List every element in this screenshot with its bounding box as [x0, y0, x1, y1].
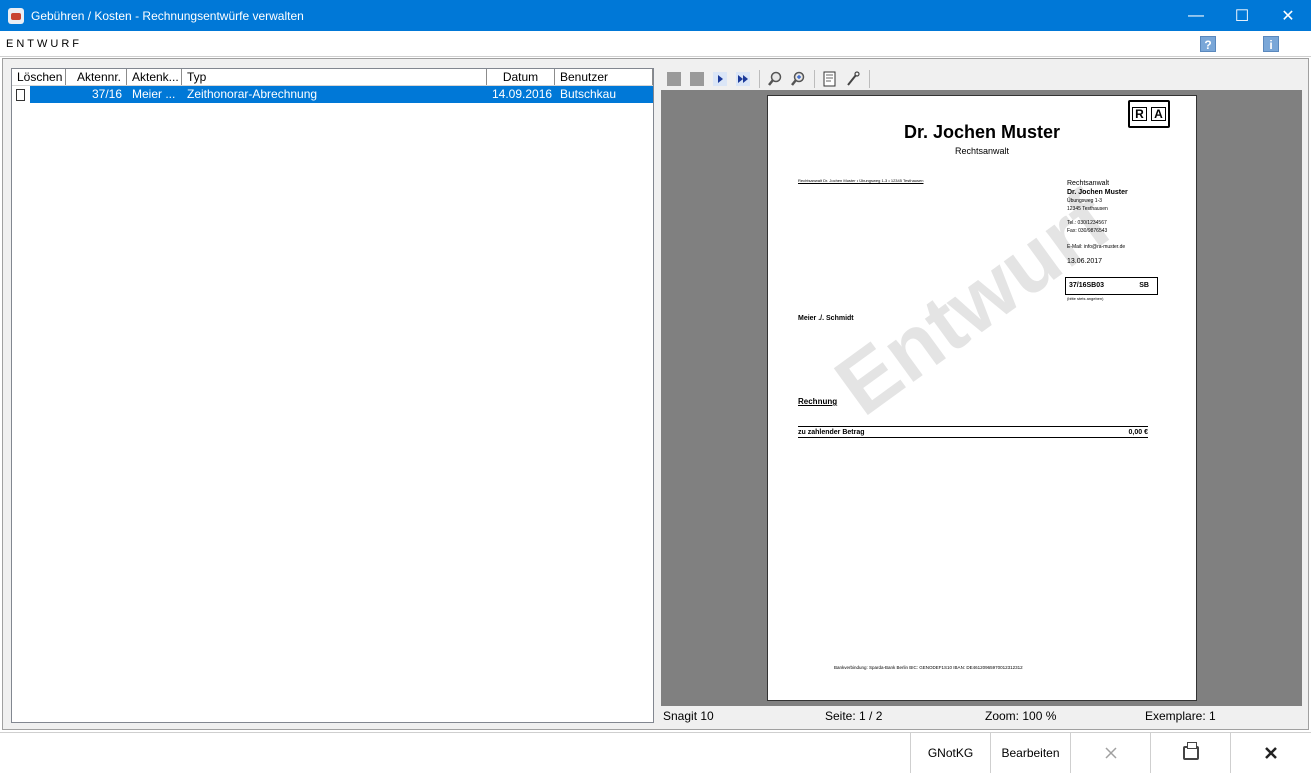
- bearbeiten-button[interactable]: Bearbeiten: [990, 733, 1070, 773]
- tools-icon[interactable]: [845, 71, 861, 87]
- toolbar-separator: [869, 70, 870, 88]
- delete-cross-icon: [1104, 747, 1117, 759]
- status-copies: Exemplare: 1: [1145, 709, 1216, 723]
- reference-note: (bitte stets angeben): [1067, 296, 1104, 301]
- column-header-benutzer[interactable]: Benutzer: [555, 69, 653, 85]
- info-icon[interactable]: i: [1263, 36, 1279, 52]
- minimize-button[interactable]: —: [1173, 0, 1219, 31]
- column-header-aktennr[interactable]: Aktennr.: [66, 69, 127, 85]
- maximize-button[interactable]: ☐: [1219, 0, 1265, 31]
- entwurf-label: ENTWURF: [6, 38, 82, 50]
- zoom-in-icon[interactable]: [790, 71, 806, 87]
- status-page: Seite: 1 / 2: [825, 709, 883, 723]
- status-zoom: Zoom: 100 %: [985, 709, 1057, 723]
- print-button[interactable]: [1150, 733, 1230, 773]
- toolbar-separator: [759, 70, 760, 88]
- preview-pane: Entwurf R A Dr. Jochen Muster Rechtsanwa…: [659, 68, 1304, 725]
- document-page: Entwurf R A Dr. Jochen Muster Rechtsanwa…: [767, 95, 1197, 701]
- page-setup-icon[interactable]: [822, 71, 838, 87]
- drafts-list[interactable]: Löschen Aktennr. Aktenk... Typ Datum Ben…: [11, 68, 654, 723]
- cell-typ: Zeithonorar-Abrechnung: [187, 87, 318, 101]
- preview-status-bar: Snagit 10 Seite: 1 / 2 Zoom: 100 % Exemp…: [659, 706, 1304, 725]
- next-page-icon[interactable]: [712, 71, 728, 87]
- close-icon: [1265, 747, 1277, 759]
- entwurf-bar: ENTWURF ? i: [0, 31, 1311, 57]
- sender-line: Rechtsanwalt Dr. Jochen Muster • Übungsw…: [798, 178, 924, 183]
- delete-button[interactable]: [1070, 733, 1150, 773]
- column-header-typ[interactable]: Typ: [182, 69, 487, 85]
- delete-cell: [12, 86, 30, 103]
- window-title: Gebühren / Kosten - Rechnungsentwürfe ve…: [31, 8, 304, 23]
- amount-row: zu zahlender Betrag 0,00 €: [798, 426, 1148, 438]
- help-icon[interactable]: ?: [1200, 36, 1216, 52]
- lawyer-role: Rechtsanwalt: [954, 146, 1010, 156]
- close-window-button[interactable]: ✕: [1265, 0, 1311, 31]
- main-area: Löschen Aktennr. Aktenk... Typ Datum Ben…: [2, 58, 1309, 730]
- column-header-aktenk[interactable]: Aktenk...: [127, 69, 182, 85]
- table-row[interactable]: 37/16 Meier ... Zeithonorar-Abrechnung 1…: [12, 86, 653, 103]
- reference-box: 37/16SB03 SB: [1065, 277, 1158, 295]
- cell-datum: 14.09.2016: [492, 87, 553, 101]
- app-icon: [8, 7, 24, 24]
- status-app: Snagit 10: [663, 709, 714, 723]
- gnotkg-button[interactable]: GNotKG: [910, 733, 990, 773]
- preview-toolbar: [659, 68, 1304, 90]
- close-button[interactable]: [1230, 733, 1311, 773]
- list-header: Löschen Aktennr. Aktenk... Typ Datum Ben…: [12, 69, 653, 86]
- bank-footer: Bankverbindung: Sparda-Bank Berlin BIC: …: [834, 665, 1023, 670]
- cell-aktennr: 37/16: [91, 87, 122, 101]
- column-header-loeschen[interactable]: Löschen: [12, 69, 66, 85]
- last-page-icon[interactable]: [735, 71, 751, 87]
- invoice-heading: Rechnung: [798, 397, 838, 406]
- stop-icon[interactable]: [666, 71, 682, 87]
- column-header-datum[interactable]: Datum: [487, 69, 555, 85]
- title-bar: Gebühren / Kosten - Rechnungsentwürfe ve…: [0, 0, 1311, 31]
- toolbar-separator: [814, 70, 815, 88]
- letterhead-block: Rechtsanwalt Dr. Jochen Muster Übungsweg…: [1067, 180, 1128, 265]
- cell-aktenk: Meier ...: [132, 87, 176, 101]
- stop-icon[interactable]: [689, 71, 705, 87]
- printer-icon: [1182, 742, 1199, 760]
- cell-benutzer: Butschkau: [560, 87, 617, 101]
- window-controls: — ☐ ✕: [1173, 0, 1311, 31]
- lawyer-name: Dr. Jochen Muster: [903, 122, 1061, 142]
- bottom-button-bar: GNotKG Bearbeiten: [0, 732, 1311, 773]
- delete-checkbox[interactable]: [16, 88, 25, 101]
- zoom-out-icon[interactable]: [767, 71, 783, 87]
- preview-canvas[interactable]: Entwurf R A Dr. Jochen Muster Rechtsanwa…: [661, 90, 1302, 706]
- recipient: Meier ./. Schmidt: [798, 315, 854, 322]
